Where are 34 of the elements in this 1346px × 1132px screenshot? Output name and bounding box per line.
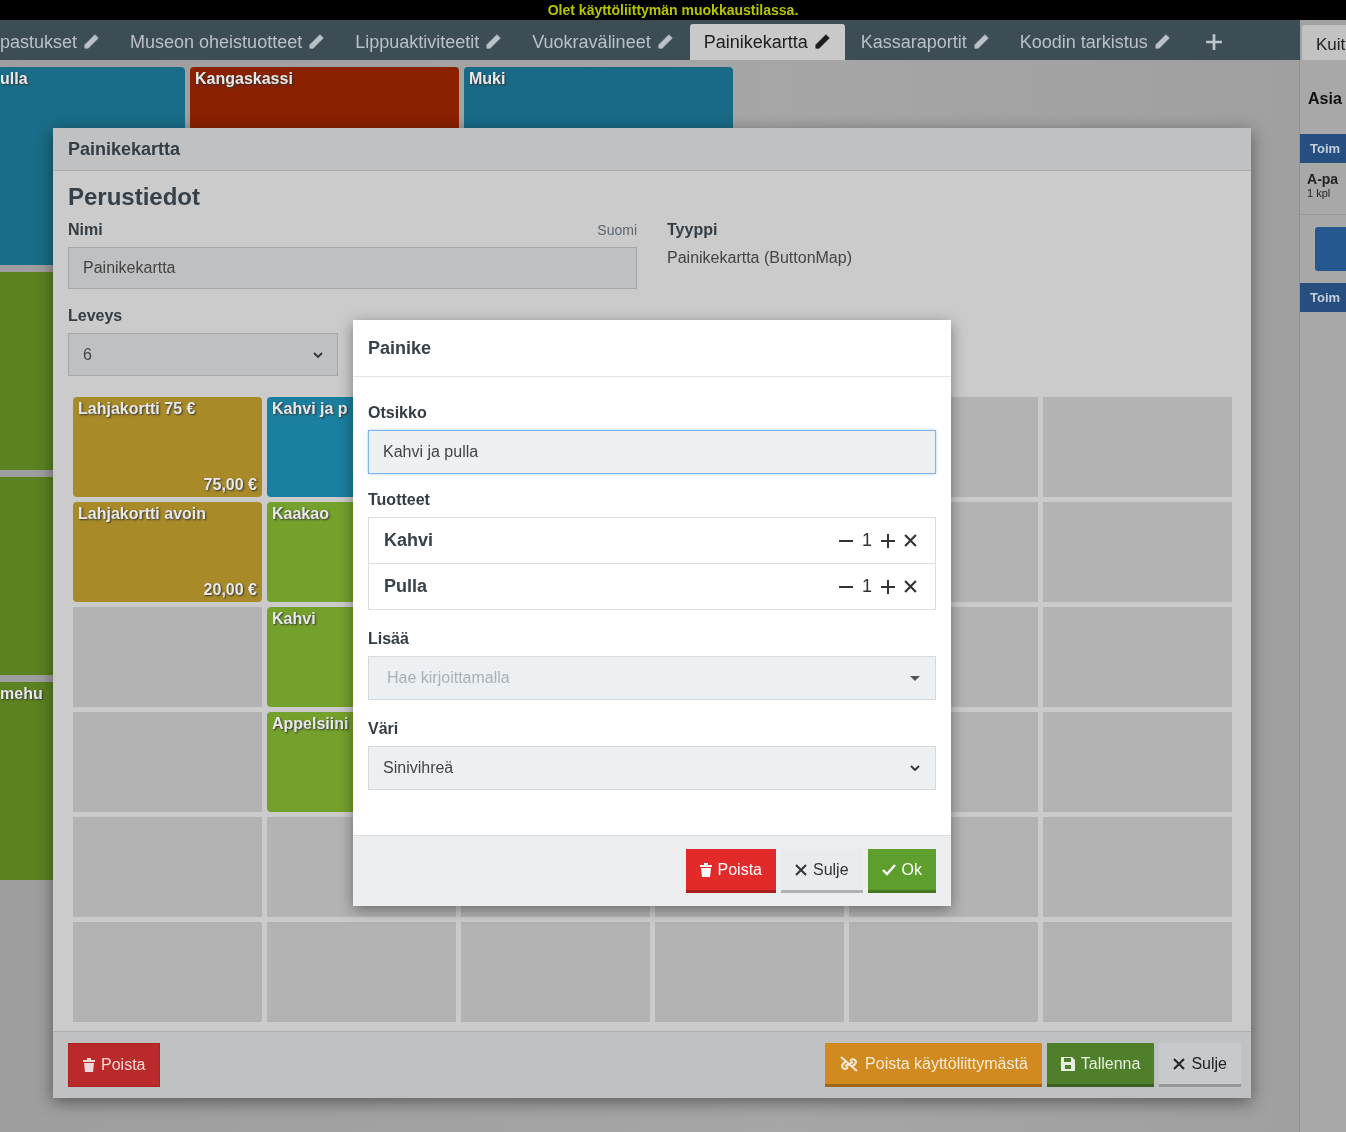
- side-panel-item: A-pa: [1307, 171, 1340, 187]
- tile-price: 20,00 €: [203, 581, 257, 599]
- field-label: Nimi: [68, 221, 103, 239]
- side-panel-section: Toim: [1300, 134, 1346, 163]
- tile-label: Kahvi: [272, 610, 316, 628]
- product-quantity: 1: [862, 530, 872, 551]
- section-heading: Perustiedot: [68, 183, 202, 211]
- side-panel-quantity: 1 kpl: [1307, 187, 1332, 199]
- product-name: Kahvi: [384, 530, 434, 551]
- edit-mode-banner: Olet käyttöliittymän muokkaustilassa.: [0, 0, 1346, 20]
- tile-label: Lahjakortti 75 €: [78, 400, 196, 418]
- product-quantity: 1: [862, 576, 872, 597]
- dialog-title: Painike: [353, 320, 951, 377]
- tile-label: mehu: [0, 685, 43, 702]
- field-label: Leveys: [68, 307, 124, 325]
- side-panel-heading: Asia: [1307, 89, 1343, 109]
- tile-label: Kaakao: [272, 505, 329, 523]
- tile-label: Kangaskassi: [195, 70, 293, 87]
- side-panel-section: Toim: [1300, 283, 1346, 312]
- field-label: Tyyppi: [667, 221, 719, 239]
- tile-label: Lahjakortti avoin: [78, 505, 207, 523]
- field-label: Lisää: [368, 630, 410, 648]
- tile-label: Muki: [469, 70, 506, 87]
- language-label: Suomi: [597, 222, 637, 238]
- type-value: Painikekartta (ButtonMap): [667, 249, 852, 267]
- tile-price: 75,00 €: [203, 476, 257, 494]
- dialog-title: Painikekartta: [53, 128, 1251, 171]
- field-label: Tuotteet: [368, 491, 431, 509]
- tile-label: Kahvi ja p: [272, 400, 348, 418]
- tile-label: Appelsiini: [272, 715, 349, 733]
- tile-label: ulla: [0, 70, 28, 87]
- field-label: Otsikko: [368, 404, 428, 422]
- field-label: Väri: [368, 720, 400, 738]
- product-name: Pulla: [384, 576, 427, 597]
